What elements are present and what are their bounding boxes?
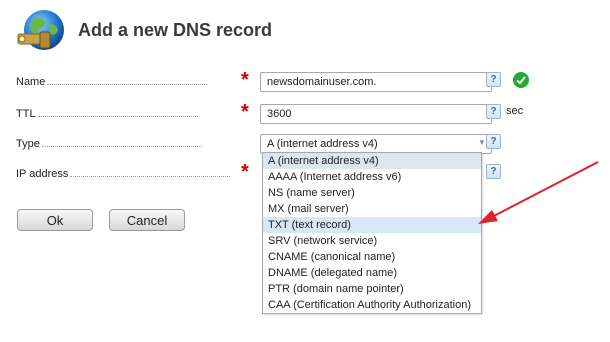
page-title: Add a new DNS record [78,20,273,40]
type-dropdown-list: A (internet address v4) AAAA (Internet a… [262,152,482,314]
name-help-icon[interactable]: ? [486,72,501,87]
type-select-value: A (internet address v4) [267,138,378,150]
ttl-label: TTL [16,108,236,120]
name-label: Name [16,76,236,88]
ttl-required-mark: * [241,101,249,123]
ip-address-required-mark: * [241,161,249,183]
cancel-button[interactable]: Cancel [109,209,185,231]
ip-address-label: IP address [16,168,236,180]
dropdown-option[interactable]: CAA (Certification Authority Authorizati… [263,297,481,313]
dropdown-option[interactable]: SRV (network service) [263,233,481,249]
ttl-unit: sec [506,105,524,117]
type-help-icon[interactable]: ? [486,134,501,149]
dropdown-option[interactable]: PTR (domain name pointer) [263,281,481,297]
name-input[interactable]: newsdomainuser.com. [260,72,492,92]
dropdown-option[interactable]: DNAME (delegated name) [263,265,481,281]
ttl-input[interactable]: 3600 [260,104,492,124]
ttl-help-icon[interactable]: ? [486,104,501,119]
type-select[interactable]: A (internet address v4) ▼ [260,134,492,154]
name-required-mark: * [241,69,249,91]
dropdown-option[interactable]: MX (mail server) [263,201,481,217]
type-label: Type [16,138,236,150]
dropdown-option-txt[interactable]: TXT (text record) [263,217,481,233]
dropdown-option[interactable]: A (internet address v4) [263,153,481,169]
dropdown-option[interactable]: NS (name server) [263,185,481,201]
globe-key-icon [12,8,68,56]
annotation-arrow [478,161,599,224]
ok-button[interactable]: Ok [17,209,93,231]
valid-check-icon [513,72,529,88]
dropdown-option[interactable]: CNAME (canonical name) [263,249,481,265]
dropdown-option[interactable]: AAAA (Internet address v6) [263,169,481,185]
